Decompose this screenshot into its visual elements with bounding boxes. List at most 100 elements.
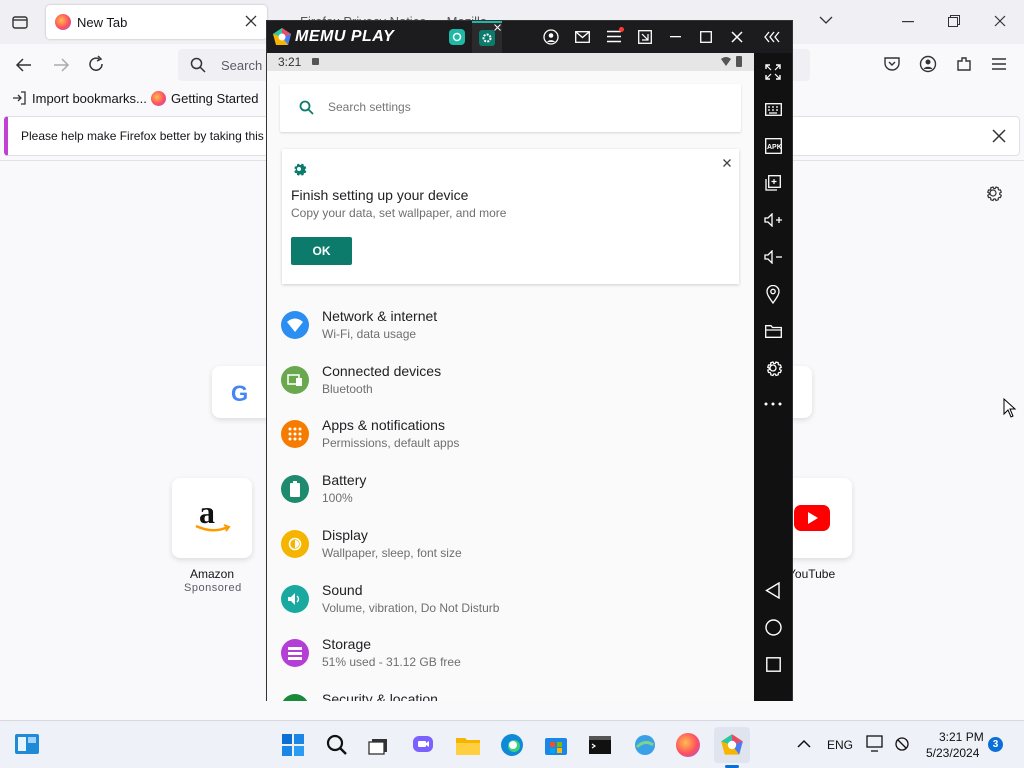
close-tab-icon[interactable] (494, 24, 501, 31)
clock-date[interactable]: 5/23/2024 (926, 746, 979, 760)
memu-taskbar-icon[interactable] (714, 727, 750, 763)
keyboard-icon[interactable] (754, 95, 792, 123)
settings-row[interactable]: Network & internet Wi‑Fi, data usage (267, 301, 754, 356)
memu-window: MEMU PLAY 3:21 Search settings Finish se… (266, 20, 793, 701)
search-box-right-edge[interactable] (792, 366, 812, 418)
show-hidden-icons[interactable] (797, 739, 811, 748)
ok-button[interactable]: OK (291, 237, 352, 265)
widgets-icon[interactable] (14, 733, 40, 755)
apk-icon[interactable]: APK (754, 132, 792, 160)
bookmark-getting-started[interactable]: Getting Started (171, 91, 258, 106)
search-box-left-edge[interactable]: G (212, 366, 272, 418)
screen-mode-icon[interactable] (638, 30, 652, 44)
tab-new-tab[interactable]: New Tab (46, 5, 267, 39)
language-indicator[interactable]: ENG (827, 738, 853, 752)
search-settings-box[interactable]: Search settings (280, 84, 741, 132)
back-icon[interactable] (15, 56, 33, 74)
settings-row[interactable]: Apps & notifications Permissions, default… (267, 410, 754, 465)
firefox-taskbar-icon[interactable] (670, 727, 706, 763)
minimize-icon[interactable] (902, 21, 914, 23)
display-icon[interactable] (866, 735, 886, 753)
settings-row-subtitle: Bluetooth (322, 381, 373, 396)
settings-row-title: Network & internet (322, 308, 438, 324)
android-home-icon[interactable] (754, 613, 792, 641)
android-recents-icon[interactable] (754, 650, 792, 678)
pocket-icon[interactable] (883, 55, 901, 73)
list-all-tabs-icon[interactable] (819, 15, 833, 25)
folder-icon[interactable] (754, 317, 792, 345)
fullscreen-icon[interactable] (754, 58, 792, 86)
settings-row-title: Display (322, 526, 368, 543)
memu-side-toolbar: APK (754, 53, 792, 701)
bookmark-import[interactable]: Import bookmarks... (32, 91, 147, 106)
more-icon[interactable] (754, 390, 792, 418)
tab-list-icon[interactable] (10, 12, 30, 32)
location-icon[interactable] (754, 280, 792, 308)
app-icon[interactable] (627, 727, 663, 763)
status-bar: 3:21 (267, 53, 754, 71)
account-icon[interactable] (543, 29, 559, 45)
import-icon (12, 91, 26, 105)
store-icon[interactable] (538, 727, 574, 763)
dismiss-card-icon[interactable] (723, 159, 731, 167)
shortcut-amazon-sponsored: Sponsored (184, 582, 242, 594)
collapse-sidebar-icon[interactable] (764, 31, 782, 43)
close-icon[interactable] (731, 31, 743, 43)
close-window-icon[interactable] (994, 15, 1006, 27)
mail-icon[interactable] (575, 31, 590, 43)
minimize-icon[interactable] (670, 36, 681, 38)
apps-icon (281, 420, 309, 449)
settings-row[interactable]: Display Wallpaper, sleep, font size (267, 520, 754, 575)
amazon-smile (194, 524, 232, 534)
volume-down-icon[interactable] (754, 243, 792, 271)
settings-row-subtitle: Wi‑Fi, data usage (322, 327, 417, 341)
file-explorer-icon[interactable] (450, 727, 486, 763)
settings-row[interactable]: Security & location (267, 684, 754, 701)
setup-card-title: Finish setting up your device (291, 187, 469, 203)
settings-gear-icon[interactable] (984, 184, 1002, 202)
memu-brand: MEMU PLAY (295, 28, 395, 45)
shortcut-amazon-label: Amazon (190, 567, 235, 581)
maximize-icon[interactable] (700, 31, 712, 43)
notification-badge[interactable]: 3 (988, 737, 1003, 752)
shortcut-youtube-label: YouTube (788, 567, 836, 581)
settings-row[interactable]: Sound Volume, vibration, Do Not Disturb (267, 575, 754, 630)
settings-row-title: Security & location (322, 690, 438, 701)
memu-app-tab-icon[interactable] (449, 29, 465, 45)
restore-icon[interactable] (948, 15, 960, 27)
settings-row[interactable]: Storage 51% used - 31.12 GB free (267, 629, 754, 684)
close-tab-icon[interactable] (245, 15, 257, 27)
multi-window-icon[interactable] (754, 169, 792, 197)
settings-row-title: Apps & notifications (322, 417, 445, 434)
devices-icon (281, 365, 309, 394)
wifi-icon (281, 311, 309, 339)
windows-taskbar: ENG 3:21 PM 5/23/2024 3 (0, 720, 1024, 768)
account-icon[interactable] (919, 55, 937, 73)
task-view-icon[interactable] (361, 727, 397, 763)
menu-icon[interactable] (607, 27, 624, 43)
start-icon[interactable] (275, 727, 311, 763)
setup-card-subtitle: Copy your data, set wallpaper, and more (291, 206, 507, 220)
forward-icon[interactable] (52, 56, 70, 74)
edge-icon[interactable] (494, 727, 530, 763)
settings-row[interactable]: Connected devices Bluetooth (267, 356, 754, 411)
close-notification-icon[interactable] (992, 129, 1006, 143)
network-volume-icon[interactable] (893, 736, 911, 752)
clock-time[interactable]: 3:21 PM (939, 730, 984, 744)
extensions-icon[interactable] (955, 55, 973, 73)
menu-icon[interactable] (991, 57, 1007, 71)
notification-status-icon (312, 58, 319, 65)
shortcut-amazon[interactable]: a (172, 478, 252, 558)
youtube-icon (794, 505, 830, 531)
address-placeholder: Search (221, 58, 263, 73)
settings-icon[interactable] (754, 354, 792, 382)
search-taskbar-icon[interactable] (319, 727, 355, 763)
memu-title-bar[interactable]: MEMU PLAY (267, 21, 792, 53)
reload-icon[interactable] (87, 55, 105, 73)
chat-icon[interactable] (405, 727, 441, 763)
volume-up-icon[interactable] (754, 206, 792, 234)
android-back-icon[interactable] (754, 576, 792, 604)
settings-row[interactable]: Battery 100% (267, 465, 754, 520)
memu-settings-tab[interactable] (472, 21, 502, 53)
terminal-icon[interactable] (582, 727, 618, 763)
